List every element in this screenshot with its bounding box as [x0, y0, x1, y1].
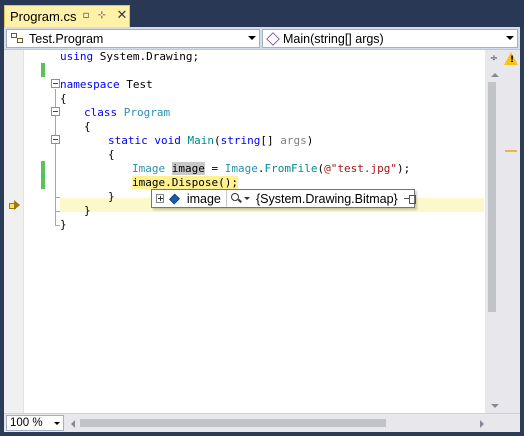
change-marker	[41, 63, 45, 77]
expand-icon[interactable]	[156, 194, 164, 203]
horizontal-scroll-thumb[interactable]	[80, 419, 386, 427]
close-tab-icon[interactable]: ✕	[115, 9, 129, 23]
zoom-dropdown[interactable]: 100 %	[6, 415, 64, 431]
scroll-left-icon[interactable]	[71, 420, 75, 428]
member-dropdown-value: Main(string[] args)	[283, 31, 384, 46]
datatip-value[interactable]: {System.Drawing.Bitmap}	[256, 192, 398, 206]
code-line: using System.Drawing;	[60, 50, 200, 63]
code-line: {	[84, 120, 91, 133]
collapse-method-icon[interactable]	[51, 135, 60, 144]
document-tab-bar: Program.cs ▫ ⊹ ✕	[0, 0, 524, 27]
scroll-right-icon[interactable]	[480, 420, 484, 428]
code-line: class Program	[84, 106, 171, 119]
scroll-thumb[interactable]	[488, 82, 496, 312]
float-tab-icon[interactable]: ⊹	[95, 9, 109, 23]
debugger-datatip[interactable]: image {System.Drawing.Bitmap}	[151, 189, 417, 208]
pin-tab-icon[interactable]: ▫	[79, 9, 93, 23]
zoom-value: 100 %	[10, 417, 43, 429]
scroll-down-icon[interactable]	[491, 404, 499, 408]
variable-highlight: image	[171, 162, 205, 175]
change-marker	[41, 161, 45, 189]
tab-title: Program.cs	[10, 9, 77, 24]
indicator-margin[interactable]	[4, 50, 24, 413]
tab-program-cs[interactable]: Program.cs ▫ ⊹ ✕	[4, 5, 130, 27]
code-line: }	[108, 190, 115, 203]
code-line: static void Main(string[] args)	[108, 134, 314, 147]
scroll-track[interactable]	[487, 70, 518, 411]
code-line: {	[60, 92, 67, 105]
variable-highlight: image	[132, 176, 166, 189]
datatip-name: image	[186, 191, 221, 206]
member-dropdown[interactable]: Main(string[] args)	[262, 29, 518, 48]
current-statement-arrow-icon	[9, 200, 20, 210]
vertical-scrollbar[interactable]: ÷ !	[485, 50, 520, 413]
pin-datatip-icon[interactable]	[403, 194, 417, 204]
code-line: Image image = Image.FromFile(@"test.jpg"…	[132, 162, 411, 175]
type-dropdown-value: Test.Program	[29, 31, 104, 46]
collapse-class-icon[interactable]	[51, 107, 60, 116]
horizontal-scroll-bar: 100 %	[4, 413, 520, 432]
code-editor: Test.Program Main(string[] args) using S…	[4, 27, 520, 432]
method-icon	[266, 31, 280, 46]
warning-mark: !	[510, 55, 515, 65]
code-area[interactable]: using System.Drawing; namespace Test { c…	[60, 50, 484, 413]
class-icon	[11, 32, 25, 45]
scroll-up-icon[interactable]	[491, 73, 499, 77]
chevron-down-icon	[248, 36, 256, 40]
chevron-down-icon	[54, 422, 60, 425]
code-line: namespace Test	[60, 78, 153, 91]
magnifier-icon[interactable]	[230, 192, 241, 205]
visualizer-dropdown-icon[interactable]	[244, 197, 250, 200]
navigation-bar: Test.Program Main(string[] args)	[4, 27, 520, 50]
split-window-icon[interactable]: ÷	[487, 52, 501, 66]
code-line: {	[108, 148, 115, 161]
code-line: }	[60, 218, 67, 231]
scrollbar-marker	[505, 150, 517, 152]
type-dropdown[interactable]: Test.Program	[6, 29, 260, 48]
current-statement-line: image.Dispose();	[132, 176, 238, 189]
chevron-down-icon	[506, 36, 514, 40]
datatip-separator	[225, 190, 227, 207]
code-line: }	[84, 204, 91, 217]
collapse-namespace-icon[interactable]	[51, 79, 60, 88]
local-variable-icon	[169, 193, 180, 204]
